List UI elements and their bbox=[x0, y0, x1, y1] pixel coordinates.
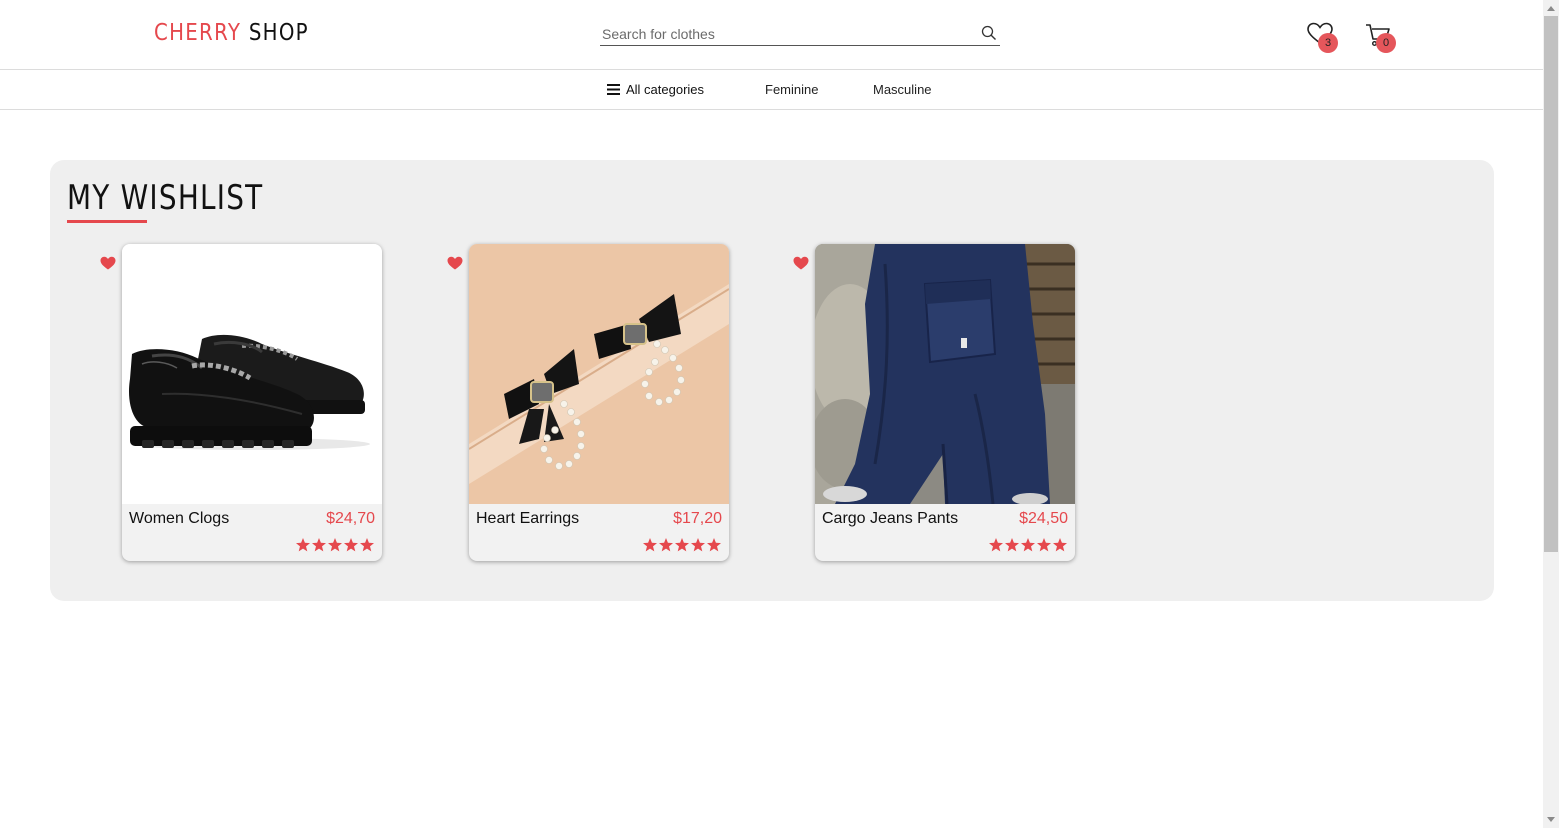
search-bar bbox=[600, 22, 1000, 46]
product-image-earrings bbox=[469, 244, 729, 504]
header: CHERRY SHOP 3 0 bbox=[0, 0, 1543, 70]
scroll-up-arrow-icon[interactable] bbox=[1547, 6, 1555, 11]
scrollbar-thumb[interactable] bbox=[1544, 16, 1558, 552]
star-rating bbox=[989, 538, 1067, 552]
product-card[interactable]: Heart Earrings $17,20 bbox=[469, 244, 729, 561]
page-scrollbar[interactable] bbox=[1543, 0, 1559, 828]
product-image-clogs bbox=[122, 244, 382, 504]
star-rating bbox=[296, 538, 374, 552]
heart-filled-icon[interactable] bbox=[793, 256, 809, 270]
cart-count-badge: 0 bbox=[1376, 33, 1396, 53]
product-image-jeans bbox=[815, 244, 1075, 504]
wishlist-item: Heart Earrings $17,20 bbox=[447, 244, 747, 564]
heart-filled-icon[interactable] bbox=[100, 256, 116, 270]
brand-name-part2: SHOP bbox=[248, 20, 309, 46]
product-card[interactable]: Cargo Jeans Pants $24,50 bbox=[815, 244, 1075, 561]
title-underline bbox=[67, 220, 147, 223]
nav-all-categories-label: All categories bbox=[626, 82, 705, 97]
product-name: Women Clogs bbox=[129, 510, 230, 527]
scroll-down-arrow-icon[interactable] bbox=[1547, 817, 1555, 822]
brand-logo[interactable]: CHERRY SHOP bbox=[154, 20, 309, 46]
nav-all-categories[interactable]: All categories bbox=[607, 82, 704, 97]
heart-filled-icon[interactable] bbox=[447, 256, 463, 270]
page: CHERRY SHOP 3 0 bbox=[0, 0, 1559, 828]
nav-feminine[interactable]: Feminine bbox=[765, 82, 818, 97]
brand-name-part1: CHERRY bbox=[154, 20, 242, 46]
wishlist-panel: MY WISHLIST Women Clogs $24,70 Heart Ear… bbox=[50, 160, 1494, 601]
category-nav: All categories Feminine Masculine bbox=[0, 71, 1543, 110]
product-card[interactable]: Women Clogs $24,70 bbox=[122, 244, 382, 561]
wishlist-item: Women Clogs $24,70 bbox=[100, 244, 400, 564]
product-price: $24,50 bbox=[1019, 510, 1068, 527]
product-price: $17,20 bbox=[673, 510, 722, 527]
menu-icon bbox=[607, 84, 620, 95]
wishlist-item: Cargo Jeans Pants $24,50 bbox=[793, 244, 1093, 564]
page-title: MY WISHLIST bbox=[67, 178, 264, 218]
wishlist-button[interactable]: 3 bbox=[1306, 22, 1340, 53]
wishlist-count-badge: 3 bbox=[1318, 33, 1338, 53]
nav-masculine[interactable]: Masculine bbox=[873, 82, 932, 97]
product-name: Heart Earrings bbox=[476, 510, 580, 527]
product-price: $24,70 bbox=[326, 510, 375, 527]
star-rating bbox=[643, 538, 721, 552]
search-icon[interactable] bbox=[980, 24, 998, 42]
product-name: Cargo Jeans Pants bbox=[822, 510, 959, 527]
cart-button[interactable]: 0 bbox=[1364, 22, 1398, 53]
search-input[interactable] bbox=[602, 25, 972, 43]
